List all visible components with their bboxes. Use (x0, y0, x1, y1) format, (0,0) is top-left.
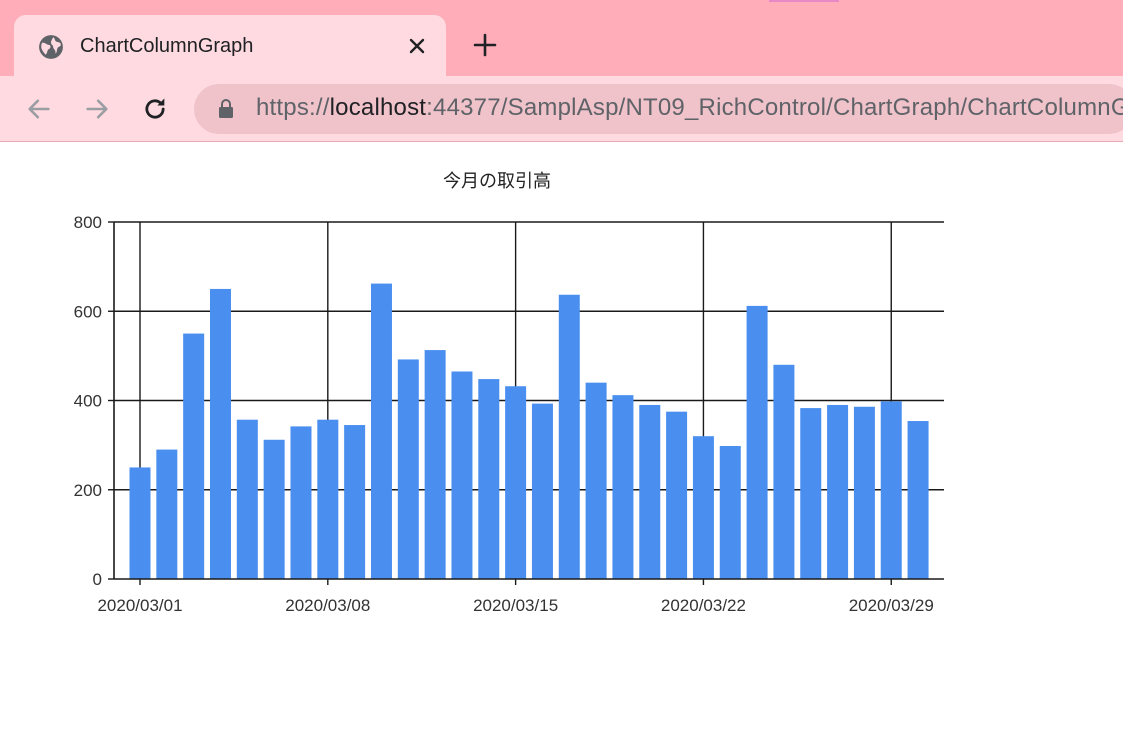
y-tick-label: 0 (93, 570, 102, 589)
lock-icon[interactable] (218, 98, 234, 120)
chart-bar (236, 419, 258, 579)
chart-bar (639, 404, 661, 579)
chart-bar (505, 386, 527, 579)
tab-title: ChartColumnGraph (80, 35, 254, 57)
chart-bar (424, 350, 446, 579)
tab-strip: ChartColumnGraph (0, 0, 1123, 77)
reload-icon (145, 98, 165, 119)
url-text[interactable]: https://localhost:44377/SamplAsp/NT09_Ri… (256, 94, 1123, 122)
x-tick-label: 2020/03/01 (97, 596, 182, 615)
chart-bar (156, 449, 178, 579)
chart-bar (397, 359, 419, 579)
chart-bar (129, 467, 151, 579)
y-tick-label: 200 (74, 481, 102, 500)
tab-chartcolumngraph[interactable]: ChartColumnGraph (14, 15, 446, 77)
page-content: 今月の取引高 0 200 400 600 800 2020/03/01 2020/03/08… (0, 142, 1123, 727)
y-tick-label: 800 (74, 213, 102, 232)
x-tick-label: 2020/03/08 (285, 596, 370, 615)
chart-bar (612, 395, 634, 579)
y-tick-label: 600 (74, 302, 102, 321)
chart-bar (880, 401, 902, 579)
back-button[interactable] (22, 92, 56, 126)
tabstrip-accent (769, 0, 839, 2)
chart-bar (317, 419, 339, 579)
forward-button[interactable] (80, 92, 114, 126)
chart-bar (290, 426, 312, 579)
chart-bar (531, 403, 553, 579)
chart-bar (907, 421, 929, 579)
chart-bar (451, 371, 473, 579)
address-bar[interactable]: https://localhost:44377/SamplAsp/NT09_Ri… (194, 84, 1123, 134)
chart-bar (263, 439, 285, 579)
x-tick-label: 2020/03/22 (661, 596, 746, 615)
chart-bar (666, 411, 688, 579)
chart-bar (719, 446, 741, 579)
url-path: :44377/SamplAsp/NT09_RichControl/ChartGr… (426, 94, 1123, 121)
chart-bar (827, 404, 849, 579)
chart-title: 今月の取引高 (443, 171, 551, 191)
chart-bar (585, 382, 607, 579)
column-chart: 今月の取引高 0 200 400 600 800 2020/03/01 2020/03/08… (74, 171, 944, 615)
chart-bar (773, 364, 795, 579)
globe-icon (38, 34, 64, 60)
chart-bar (746, 305, 768, 579)
chart-bar (370, 283, 392, 579)
arrow-right-icon (86, 99, 108, 119)
y-tick-label: 400 (74, 392, 102, 411)
close-icon[interactable] (404, 33, 430, 59)
chart-bar (853, 406, 875, 579)
chart-bar (344, 425, 366, 579)
x-tick-label: 2020/03/29 (849, 596, 934, 615)
chart-bar (800, 408, 822, 579)
chart-bar (478, 379, 500, 579)
arrow-left-icon (28, 99, 50, 119)
chart-bar (209, 288, 231, 579)
chart-bar (692, 436, 714, 579)
browser-toolbar: https://localhost:44377/SamplAsp/NT09_Ri… (0, 76, 1123, 142)
new-tab-button[interactable] (470, 29, 500, 61)
x-tick-label: 2020/03/15 (473, 596, 558, 615)
chart-bars (129, 283, 929, 579)
url-host: localhost (329, 94, 427, 121)
chart-bar (183, 333, 205, 579)
plus-icon (473, 33, 497, 57)
chart-bar (558, 294, 580, 579)
url-scheme: https:// (256, 94, 330, 121)
reload-button[interactable] (138, 92, 172, 126)
